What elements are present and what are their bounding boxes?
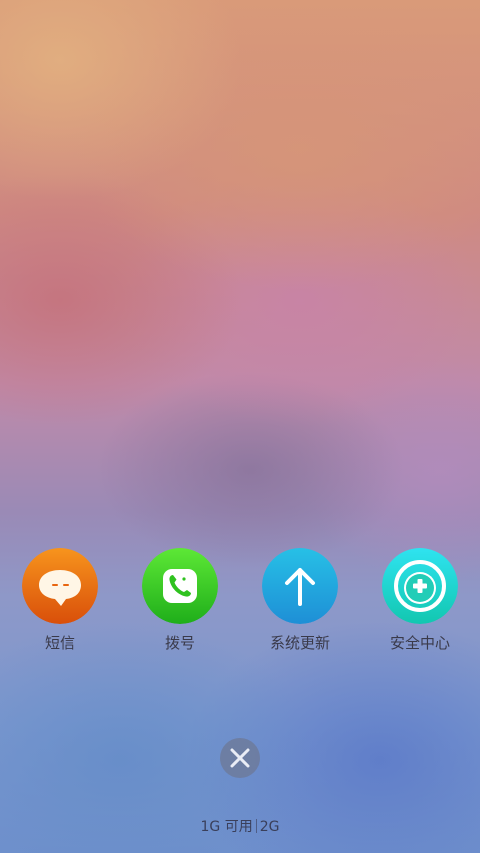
app-dialer[interactable]: 拨号 bbox=[120, 548, 240, 658]
app-system-update[interactable]: 系统更新 bbox=[240, 548, 360, 658]
phone-icon bbox=[142, 548, 218, 624]
recent-apps-row: 短信 拨号 系统更新 安全中心 bbox=[0, 548, 480, 658]
app-label: 拨号 bbox=[164, 634, 195, 652]
close-icon bbox=[230, 748, 250, 768]
message-icon bbox=[22, 548, 98, 624]
app-label: 短信 bbox=[44, 634, 75, 652]
app-label: 安全中心 bbox=[389, 634, 450, 652]
arrow-up-icon bbox=[262, 548, 338, 624]
app-security-center[interactable]: 安全中心 bbox=[360, 548, 480, 658]
close-all-button[interactable] bbox=[220, 738, 260, 778]
app-messages[interactable]: 短信 bbox=[0, 548, 120, 658]
memory-available: 1G 可用 bbox=[200, 819, 253, 835]
memory-status: 1G 可用 2G bbox=[0, 816, 480, 836]
memory-total: 2G bbox=[259, 819, 280, 835]
memory-separator bbox=[255, 819, 257, 833]
wallpaper bbox=[0, 0, 480, 853]
security-shield-icon bbox=[382, 548, 458, 624]
app-label: 系统更新 bbox=[269, 634, 330, 652]
